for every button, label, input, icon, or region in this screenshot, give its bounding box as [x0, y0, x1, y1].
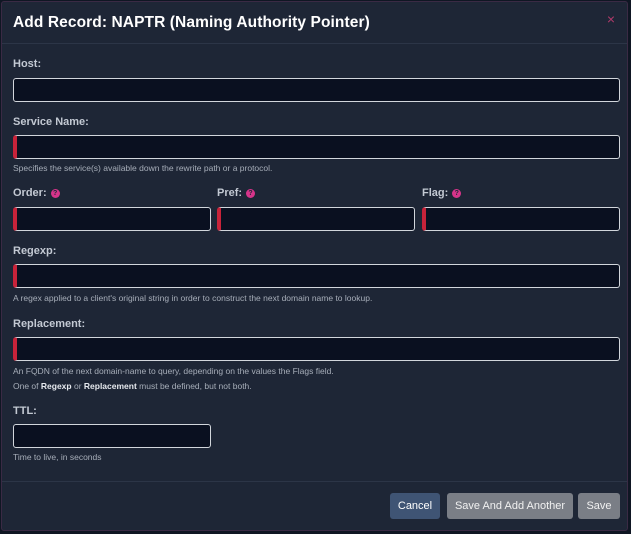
- flag-help-icon[interactable]: ?: [452, 189, 462, 198]
- add-record-modal: Add Record: NAPTR (Naming Authority Poin…: [1, 1, 628, 531]
- ttl-input[interactable]: [13, 424, 211, 448]
- replacement-input[interactable]: [13, 337, 620, 361]
- save-button[interactable]: Save: [578, 493, 620, 519]
- order-input[interactable]: [13, 207, 211, 231]
- modal-footer: Cancel Save And Add Another Save: [2, 481, 627, 530]
- host-input[interactable]: [13, 78, 620, 102]
- regexp-input[interactable]: [13, 264, 620, 288]
- regexp-hint: A regex applied to a client's original s…: [13, 293, 373, 303]
- regexp-label: Regexp:: [13, 245, 57, 257]
- note-regexp: Regexp: [40, 381, 72, 391]
- order-help-icon[interactable]: ?: [50, 189, 60, 198]
- modal-title: Add Record: NAPTR (Naming Authority Poin…: [13, 14, 370, 31]
- host-label: Host:: [13, 58, 42, 70]
- pref-label: Pref:?: [217, 187, 256, 199]
- ttl-hint: Time to live, in seconds: [13, 452, 102, 462]
- service-name-input[interactable]: [13, 135, 620, 159]
- flag-input[interactable]: [422, 207, 620, 231]
- note-or: or: [71, 381, 84, 391]
- cancel-button[interactable]: Cancel: [390, 493, 440, 519]
- save-and-add-another-button[interactable]: Save And Add Another: [447, 493, 573, 519]
- flag-label: Flag:?: [422, 187, 462, 199]
- replacement-label: Replacement:: [13, 318, 86, 330]
- ttl-label: TTL:: [13, 405, 37, 417]
- pref-help-icon[interactable]: ?: [246, 189, 256, 198]
- replacement-hint: An FQDN of the next domain-name to query…: [13, 366, 334, 376]
- order-label: Order:?: [13, 187, 60, 199]
- order-label-text: Order:: [13, 187, 47, 199]
- service-name-hint: Specifies the service(s) available down …: [13, 163, 273, 173]
- pref-label-text: Pref:: [217, 187, 243, 199]
- close-icon[interactable]: ×: [603, 11, 619, 27]
- note-prefix: One of: [13, 381, 41, 391]
- note-suffix: must be defined, but not both.: [136, 381, 252, 391]
- service-name-label: Service Name:: [13, 116, 89, 128]
- note-replacement: Replacement: [83, 381, 137, 391]
- pref-input[interactable]: [217, 207, 415, 231]
- modal-header: Add Record: NAPTR (Naming Authority Poin…: [2, 2, 627, 44]
- replacement-note: One of Regexp or Replacement must be def…: [13, 381, 252, 391]
- flag-label-text: Flag:: [422, 187, 449, 199]
